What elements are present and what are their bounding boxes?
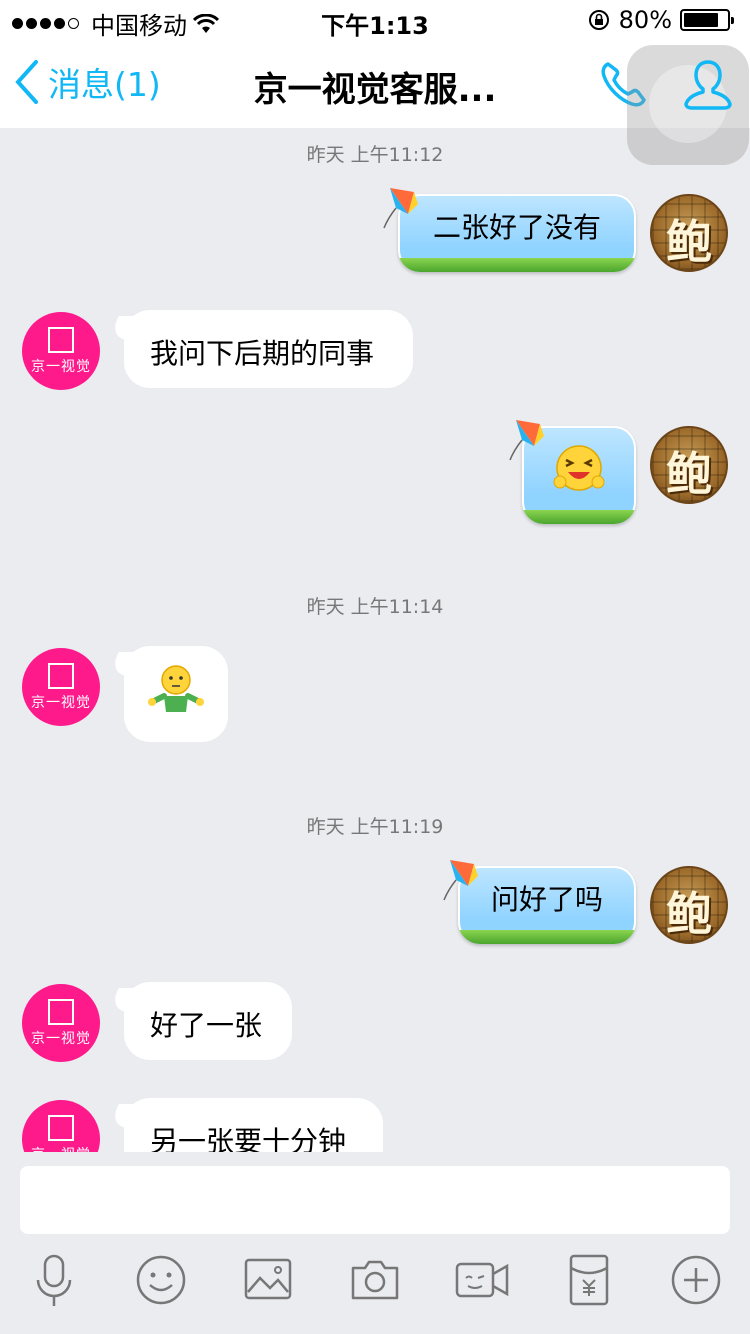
shrug-emoji bbox=[148, 665, 204, 712]
received-message-bubble[interactable]: 另一张要十分钟 bbox=[124, 1098, 383, 1152]
battery-fill bbox=[684, 13, 718, 27]
message-text: 我问下后期的同事 bbox=[150, 337, 375, 370]
plus-icon[interactable] bbox=[668, 1252, 724, 1308]
bubble-grass-decoration bbox=[458, 930, 636, 944]
battery-icon bbox=[680, 9, 734, 31]
crying-laugh-emoji bbox=[553, 445, 605, 491]
image-icon[interactable] bbox=[240, 1252, 296, 1308]
bubble-grass-decoration bbox=[522, 510, 636, 524]
camera-icon[interactable] bbox=[347, 1252, 403, 1308]
emoji-icon[interactable] bbox=[133, 1252, 189, 1308]
received-emoji-bubble[interactable] bbox=[124, 646, 228, 742]
video-icon[interactable] bbox=[454, 1252, 510, 1308]
nav-bar: 消息(1) 京一视觉客服... bbox=[0, 40, 750, 165]
message-text: 二张好了没有 bbox=[432, 211, 601, 244]
timestamp: 昨天 上午11:14 bbox=[306, 596, 444, 618]
service-avatar[interactable]: 京一视觉 bbox=[22, 1100, 100, 1152]
chat-area[interactable]: 昨天 上午11:12 二张好了没有 鲍 京一视觉 我问下后期的同事 鲍 昨天 上… bbox=[0, 128, 750, 1152]
message-input[interactable] bbox=[20, 1166, 730, 1234]
kite-icon bbox=[383, 188, 418, 229]
kite-icon bbox=[509, 420, 544, 461]
rotation-lock-icon bbox=[588, 10, 609, 30]
self-avatar[interactable]: 鲍 bbox=[650, 866, 728, 944]
red-packet-icon[interactable] bbox=[561, 1252, 617, 1308]
toolbar bbox=[0, 1252, 750, 1322]
received-message-bubble[interactable]: 我问下后期的同事 bbox=[124, 310, 413, 388]
microphone-icon[interactable] bbox=[26, 1252, 82, 1308]
service-avatar[interactable]: 京一视觉 bbox=[22, 984, 100, 1062]
service-avatar[interactable]: 京一视觉 bbox=[22, 312, 100, 390]
kite-icon bbox=[443, 860, 478, 901]
status-right: 80% bbox=[587, 6, 734, 34]
self-avatar[interactable]: 鲍 bbox=[650, 194, 728, 272]
self-avatar[interactable]: 鲍 bbox=[650, 426, 728, 504]
status-bar: 中国移动 下午1:13 80% bbox=[0, 0, 750, 40]
input-area bbox=[0, 1152, 750, 1334]
message-text: 另一张要十分钟 bbox=[150, 1125, 347, 1152]
service-avatar[interactable]: 京一视觉 bbox=[22, 648, 100, 726]
battery-percent: 80% bbox=[618, 6, 672, 34]
bubble-grass-decoration bbox=[398, 258, 636, 272]
contact-icon[interactable] bbox=[680, 56, 736, 112]
received-message-bubble[interactable]: 好了一张 bbox=[124, 982, 292, 1060]
timestamp: 昨天 上午11:19 bbox=[306, 816, 444, 838]
timestamp: 昨天 上午11:12 bbox=[306, 144, 444, 166]
sent-message-bubble[interactable]: 二张好了没有 bbox=[398, 194, 636, 272]
message-text: 好了一张 bbox=[150, 1009, 263, 1042]
